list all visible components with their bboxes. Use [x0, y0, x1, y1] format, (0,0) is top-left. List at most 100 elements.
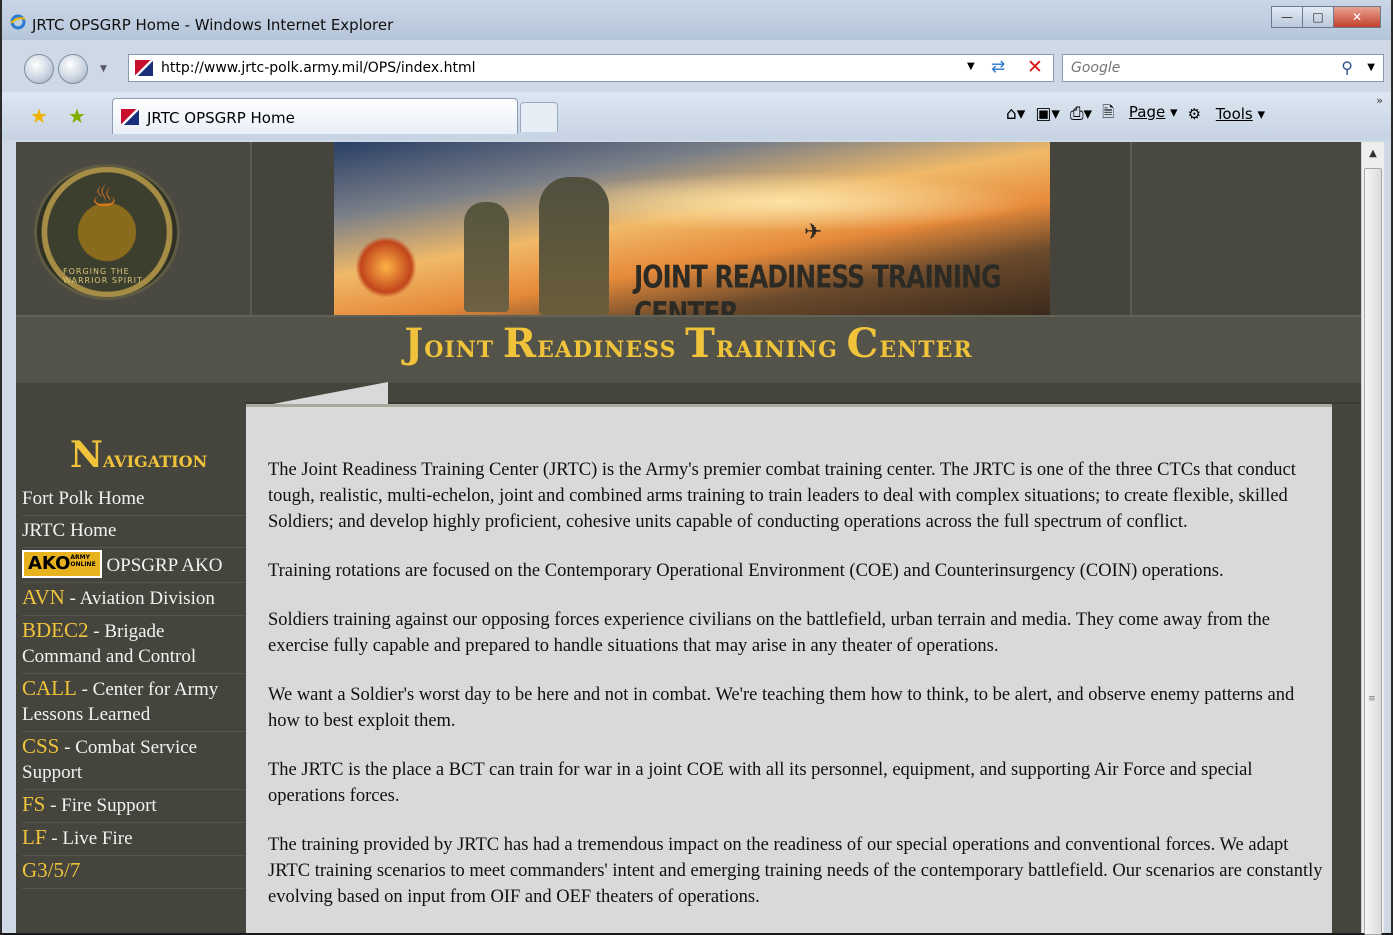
nav-item-label: OPSGRP AKO	[106, 555, 223, 576]
navigation-sidebar: NAVIGATION Fort Polk Home JRTC Home AKOA…	[16, 402, 246, 933]
nav-heading-cap: N	[70, 434, 103, 476]
search-dropdown-icon[interactable]: ▼	[1367, 62, 1375, 73]
close-button[interactable]: ✕	[1333, 6, 1381, 28]
nav-list: Fort Polk Home JRTC Home AKOARMY ONLINE O…	[22, 484, 246, 889]
feeds-icon[interactable]: ▣▾	[1035, 104, 1060, 124]
nav-item-abbr: LF	[22, 825, 47, 849]
refresh-icon[interactable]: ⇄	[991, 57, 1005, 77]
search-box[interactable]: ⚲ ▼	[1062, 54, 1384, 82]
nav-item-label: - Aviation Division	[64, 588, 215, 609]
scroll-up-icon[interactable]: ▲	[1362, 142, 1384, 166]
search-icon[interactable]: ⚲	[1341, 58, 1353, 77]
nav-item-g357[interactable]: G3/5/7	[22, 856, 246, 889]
scroll-grip-icon: ≡	[1368, 694, 1376, 704]
tab-row: ★ ★ JRTC OPSGRP Home ⌂▾ ▣▾ ⎙▾ 🗎 Page ▾ ⚙…	[2, 92, 1391, 140]
scrollbar-thumb[interactable]	[1364, 168, 1382, 935]
nav-item-abbr: AVN	[22, 585, 65, 609]
title-cap-2: R	[502, 320, 538, 367]
address-bar[interactable]: http://www.jrtc-polk.army.mil/OPS/index.…	[128, 54, 1054, 82]
history-dropdown-icon[interactable]: ▼	[100, 64, 107, 74]
tools-menu-label: Tools	[1215, 105, 1253, 123]
banner-soldier-front	[539, 177, 609, 315]
ako-badge-text: AKO	[28, 553, 71, 574]
nav-item-abbr: CALL	[22, 676, 77, 700]
title-cap-4: C	[846, 320, 880, 367]
header-banner-image: ✈ JOINT READINESS TRAINING CENTER	[334, 142, 1050, 315]
search-input[interactable]	[1069, 59, 1323, 77]
stop-icon[interactable]: ✕	[1027, 56, 1043, 78]
content-paragraph-2: Training rotations are focused on the Co…	[268, 561, 1224, 581]
minimize-button[interactable]: —	[1271, 6, 1303, 28]
address-url[interactable]: http://www.jrtc-polk.army.mil/OPS/index.…	[161, 60, 476, 76]
tab-jrtc-opsgrp[interactable]: JRTC OPSGRP Home	[112, 98, 518, 134]
site-header: ♨ FORGING THE WARRIOR SPIRIT ✈ JOINT REA…	[16, 142, 1361, 402]
helicopter-icon: ✈	[804, 220, 823, 245]
ako-logo-icon: AKOARMY ONLINE	[22, 550, 102, 578]
content-text: The Joint Readiness Training Center (JRT…	[268, 457, 1330, 933]
tab-label: JRTC OPSGRP Home	[147, 109, 295, 127]
back-button[interactable]	[24, 54, 54, 84]
main-content: The Joint Readiness Training Center (JRT…	[246, 404, 1332, 933]
gear-icon: ⚙	[1187, 105, 1202, 123]
nav-item-label: JRTC Home	[22, 520, 117, 541]
nav-item-avn[interactable]: AVN - Aviation Division	[22, 583, 246, 616]
nav-item-fs[interactable]: FS - Fire Support	[22, 790, 246, 823]
nav-item-fort-polk-home[interactable]: Fort Polk Home	[22, 484, 246, 516]
page-icon: 🗎	[1102, 102, 1115, 121]
nav-item-label: Fort Polk Home	[22, 488, 145, 509]
site-favicon-icon	[135, 60, 153, 76]
page-viewport: ♨ FORGING THE WARRIOR SPIRIT ✈ JOINT REA…	[16, 142, 1361, 933]
nav-item-jrtc-home[interactable]: JRTC Home	[22, 516, 246, 548]
content-paragraph-6: The training provided by JRTC has had a …	[268, 835, 1323, 907]
banner-title: JOINT READINESS TRAINING CENTER	[634, 258, 1001, 315]
favorites-star-icon[interactable]: ★	[30, 104, 48, 128]
title-rest-4: ENTER	[879, 337, 973, 363]
new-tab-button[interactable]	[520, 102, 558, 132]
header-left-panel: ♨ FORGING THE WARRIOR SPIRIT	[16, 142, 252, 332]
page-menu[interactable]: 🗎 Page ▾	[1102, 102, 1177, 127]
vertical-scrollbar[interactable]: ▲ ≡	[1361, 142, 1384, 935]
page-menu-label: Page	[1128, 102, 1166, 121]
banner-soldier-rear	[464, 202, 509, 312]
title-rest-3: RAINING	[715, 337, 838, 363]
home-icon[interactable]: ⌂▾	[1006, 104, 1025, 124]
jrtc-seal-logo[interactable]: ♨ FORGING THE WARRIOR SPIRIT	[34, 164, 180, 300]
address-dropdown-icon[interactable]: ▼	[967, 61, 975, 72]
header-right-panel	[1130, 142, 1361, 332]
tab-favicon-icon	[121, 109, 139, 125]
nav-item-abbr: BDEC2	[22, 618, 89, 642]
content-paragraph-3: Soldiers training against our opposing f…	[268, 610, 1270, 656]
nav-item-css[interactable]: CSS - Combat Service Support	[22, 732, 246, 790]
add-favorites-icon[interactable]: ★	[68, 104, 86, 128]
browser-window: JRTC OPSGRP Home - Windows Internet Expl…	[0, 0, 1393, 935]
nav-item-label: - Fire Support	[45, 795, 157, 816]
seal-motto: FORGING THE WARRIOR SPIRIT	[63, 267, 143, 285]
ie-logo-icon	[10, 14, 26, 30]
nav-item-call[interactable]: CALL - Center for Army Lessons Learned	[22, 674, 246, 732]
tools-menu[interactable]: ⚙ Tools ▾	[1188, 105, 1266, 123]
toolbar-overflow-icon[interactable]: »	[1376, 94, 1383, 107]
nav-item-abbr: G3/5/7	[22, 858, 81, 882]
nav-item-lf[interactable]: LF - Live Fire	[22, 823, 246, 856]
nav-item-bdec2[interactable]: BDEC2 - Brigade Command and Control	[22, 616, 246, 674]
maximize-button[interactable]: □	[1302, 6, 1334, 28]
nav-item-abbr: FS	[22, 792, 46, 816]
navigation-heading: NAVIGATION	[70, 434, 207, 476]
content-paragraph-5: The JRTC is the place a BCT can train fo…	[268, 760, 1253, 806]
nav-item-label: - Live Fire	[46, 828, 133, 849]
print-icon[interactable]: ⎙▾	[1070, 104, 1092, 124]
nav-item-abbr: CSS	[22, 734, 60, 758]
banner-explosion	[356, 237, 416, 297]
nav-item-opsgrp-ako[interactable]: AKOARMY ONLINE OPSGRP AKO	[22, 548, 246, 583]
forward-button[interactable]	[58, 54, 88, 84]
command-bar: ⌂▾ ▣▾ ⎙▾ 🗎 Page ▾ ⚙ Tools ▾	[1006, 102, 1275, 126]
banner-sky	[534, 172, 1034, 232]
title-cap-1: J	[404, 320, 425, 367]
address-row: ▼ http://www.jrtc-polk.army.mil/OPS/inde…	[2, 46, 1391, 90]
title-rest-2: EADINESS	[537, 337, 677, 363]
title-cap-3: T	[685, 320, 716, 367]
content-paragraph-4: We want a Soldier's worst day to be here…	[268, 685, 1295, 731]
title-bar: JRTC OPSGRP Home - Windows Internet Expl…	[2, 0, 1391, 40]
content-paragraph-1: The Joint Readiness Training Center (JRT…	[268, 460, 1296, 532]
flame-icon: ♨	[91, 179, 118, 214]
